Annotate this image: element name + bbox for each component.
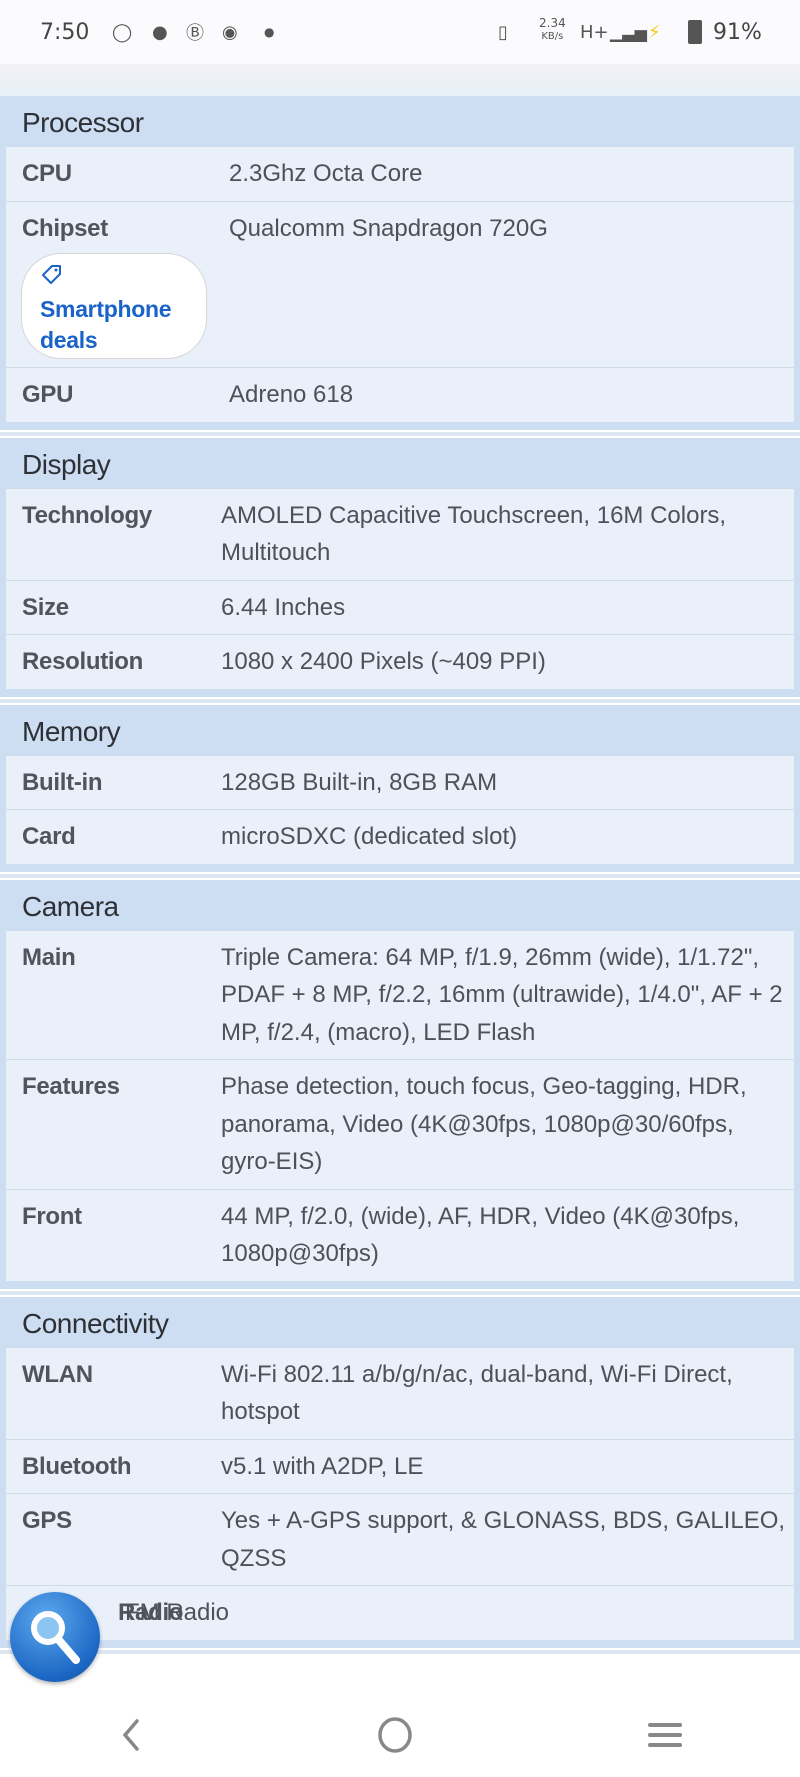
spec-row: WLAN Wi-Fi 802.11 a/b/g/n/ac, dual-band, … xyxy=(6,1346,794,1439)
spec-value: 44 MP, f/2.0, (wide), AF, HDR, Video (4K… xyxy=(221,1202,740,1268)
network-type: H+ xyxy=(580,21,609,43)
navigation-bar xyxy=(0,1692,800,1777)
browser-bar-edge xyxy=(0,64,800,96)
spec-label: Features xyxy=(22,1073,120,1100)
spec-label: Size xyxy=(22,593,69,621)
section-memory: Memory Built-in 128GB Built-in, 8GB RAM C… xyxy=(0,704,800,874)
spec-label: Technology xyxy=(22,501,152,529)
charging-icon: ⚡ xyxy=(648,21,661,43)
spec-row: Built-in 128GB Built-in, 8GB RAM xyxy=(6,754,794,809)
home-icon[interactable] xyxy=(375,1715,415,1755)
chrome-icon: ◉ xyxy=(222,21,238,43)
net-speed-value: 2.34 xyxy=(539,16,566,30)
section-title: Camera xyxy=(22,890,119,922)
spec-label: CPU xyxy=(22,160,72,187)
whatsapp-icon: ◯ xyxy=(112,21,133,43)
spec-value: FM Radio xyxy=(125,1599,230,1626)
spec-value: 1080 x 2400 Pixels (~409 PPI) xyxy=(221,648,546,675)
section-processor: Processor CPU 2.3Ghz Octa Core Chipset Sm… xyxy=(0,96,800,432)
spec-label: Built-in xyxy=(22,768,103,796)
spec-label: Chipset xyxy=(22,214,108,242)
dot-icon: ● xyxy=(264,25,275,39)
net-speed: 2.34 KB/s xyxy=(539,17,566,43)
spec-label: GPS xyxy=(22,1507,72,1534)
spec-value: microSDXC (dedicated slot) xyxy=(221,823,518,850)
spec-row: Main Triple Camera: 64 MP, f/1.9, 26mm (w… xyxy=(6,929,794,1059)
spec-row: GPS Yes + A-GPS support, & GLONASS, BDS, … xyxy=(6,1493,794,1585)
messages-icon: ● xyxy=(152,21,168,43)
section-title: Connectivity xyxy=(22,1307,169,1339)
section-connectivity: Connectivity WLAN Wi-Fi 802.11 a/b/g/n/ac… xyxy=(0,1296,800,1650)
spec-value: Adreno 618 xyxy=(229,381,354,408)
battery-percent: 91% xyxy=(713,19,762,45)
signal-icon: ▁▃▅ xyxy=(610,22,647,42)
spec-value: 128GB Built-in, 8GB RAM xyxy=(221,768,498,796)
spec-value: AMOLED Capacitive Touchscreen, 16M Color… xyxy=(221,501,727,567)
spec-row: Chipset Smartphone deals Qualcomm Snapdr… xyxy=(6,200,794,367)
spec-value: Phase detection, touch focus, Geo-taggin… xyxy=(221,1073,747,1175)
spec-value: 2.3Ghz Octa Core xyxy=(229,160,423,187)
spec-value: v5.1 with A2DP, LE xyxy=(221,1452,424,1480)
spec-value: Triple Camera: 64 MP, f/1.9, 26mm (wide)… xyxy=(221,943,783,1046)
spec-row: Front 44 MP, f/2.0, (wide), AF, HDR, Vide… xyxy=(6,1188,794,1281)
spec-label-wrap: Chipset Smartphone deals xyxy=(21,210,229,359)
net-speed-unit: KB/s xyxy=(541,31,564,42)
spec-row: Bluetooth v5.1 with A2DP, LE xyxy=(6,1438,794,1493)
spec-label: WLAN xyxy=(22,1360,93,1388)
spec-value: 6.44 Inches xyxy=(221,593,346,621)
recents-icon[interactable] xyxy=(645,1715,685,1755)
smartphone-deals-button[interactable]: Smartphone deals xyxy=(21,253,207,359)
search-fab[interactable] xyxy=(10,1592,100,1682)
section-title: Processor xyxy=(22,107,144,138)
back-icon[interactable] xyxy=(115,1715,145,1755)
spec-content[interactable]: Processor CPU 2.3Ghz Octa Core Chipset Sm… xyxy=(0,96,800,1692)
spec-row: Card microSDXC (dedicated slot) xyxy=(6,809,794,864)
deals-label: Smartphone deals xyxy=(40,296,172,353)
spec-value: Wi-Fi 802.11 a/b/g/n/ac, dual-band, Wi-F… xyxy=(221,1360,733,1426)
section-title: Memory xyxy=(22,715,121,747)
vibrate-icon: ▯ xyxy=(498,21,508,43)
spec-row: Resolution 1080 x 2400 Pixels (~409 PPI) xyxy=(6,634,794,689)
spec-label: Card xyxy=(22,823,76,850)
spec-row: Features Phase detection, touch focus, Ge… xyxy=(6,1059,794,1189)
battery-icon xyxy=(688,20,702,44)
magnifier-icon xyxy=(31,1611,80,1664)
section-camera: Camera Main Triple Camera: 64 MP, f/1.9, … xyxy=(0,879,800,1291)
clock: 7:50 xyxy=(40,19,90,45)
whatsapp-business-icon: Ⓑ xyxy=(186,23,204,44)
section-display: Display Technology AMOLED Capacitive Touc… xyxy=(0,437,800,699)
spec-label: Resolution xyxy=(22,648,143,675)
spec-row: GPU Adreno 618 xyxy=(6,367,794,422)
spec-value: Qualcomm Snapdragon 720G xyxy=(229,214,548,242)
spec-row: Radio FM Radio xyxy=(6,1585,794,1640)
spec-label: Front xyxy=(22,1202,82,1230)
spec-row: CPU 2.3Ghz Octa Core xyxy=(6,146,794,201)
spec-label: GPU xyxy=(22,381,74,408)
section-title: Display xyxy=(22,448,111,480)
spec-row: Size 6.44 Inches xyxy=(6,579,794,634)
spec-row: Technology AMOLED Capacitive Touchscreen,… xyxy=(6,487,794,580)
spec-label: Bluetooth xyxy=(22,1452,132,1480)
tag-icon xyxy=(42,265,61,284)
status-bar: 7:50 ◯ ● Ⓑ ◉ ● ▯ 2.34 KB/s H+ ▁▃▅ ⚡ 91% xyxy=(0,0,800,64)
spec-value: Yes + A-GPS support, & GLONASS, BDS, GAL… xyxy=(221,1507,786,1572)
spec-label: Main xyxy=(22,943,76,971)
